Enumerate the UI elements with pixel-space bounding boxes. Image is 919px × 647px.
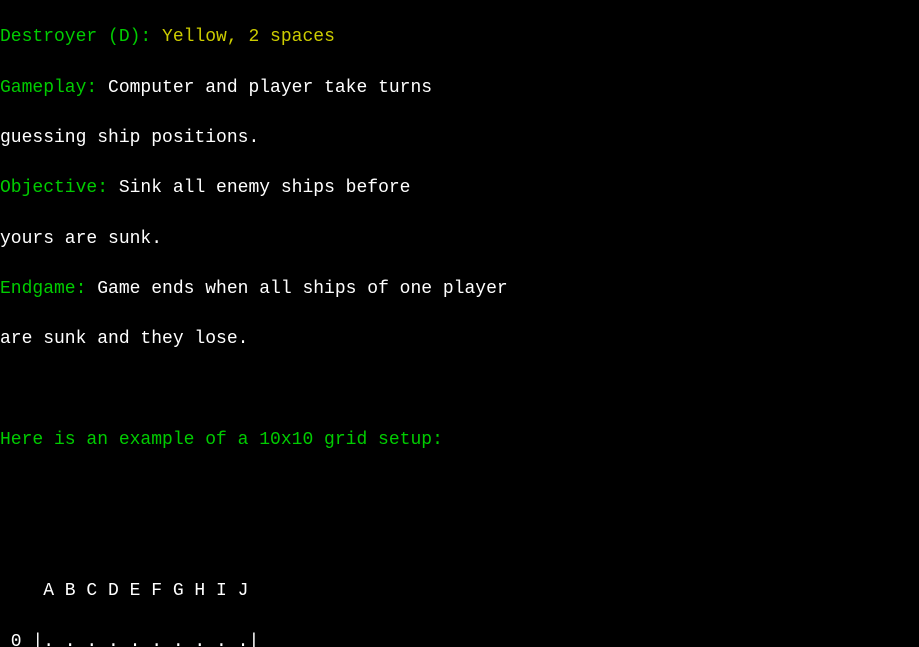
gameplay-text-1: Computer and player take turns — [97, 78, 432, 98]
grid-header: A B C D E F G H I J — [0, 579, 919, 604]
blank-line-3 — [0, 529, 919, 554]
blank-line-1 — [0, 378, 919, 403]
ship-line: Destroyer (D): Yellow, 2 spaces — [0, 25, 919, 50]
grid-row: 0 |. . . . . . . . . .| — [0, 630, 919, 647]
objective-label: Objective: — [0, 178, 108, 198]
example-header: Here is an example of a 10x10 grid setup… — [0, 428, 919, 453]
objective-line-1: Objective: Sink all enemy ships before — [0, 176, 919, 201]
objective-line-2: yours are sunk. — [0, 227, 919, 252]
endgame-line-1: Endgame: Game ends when all ships of one… — [0, 277, 919, 302]
terminal-output: Destroyer (D): Yellow, 2 spaces Gameplay… — [0, 0, 919, 647]
gameplay-line-2: guessing ship positions. — [0, 126, 919, 151]
objective-text-1: Sink all enemy ships before — [108, 178, 410, 198]
gameplay-line-1: Gameplay: Computer and player take turns — [0, 76, 919, 101]
endgame-line-2: are sunk and they lose. — [0, 327, 919, 352]
endgame-text-1: Game ends when all ships of one player — [86, 279, 507, 299]
blank-line-2 — [0, 479, 919, 504]
ship-name: Destroyer (D): — [0, 27, 151, 47]
gameplay-label: Gameplay: — [0, 78, 97, 98]
endgame-label: Endgame: — [0, 279, 86, 299]
ship-desc: Yellow, 2 spaces — [151, 27, 335, 47]
